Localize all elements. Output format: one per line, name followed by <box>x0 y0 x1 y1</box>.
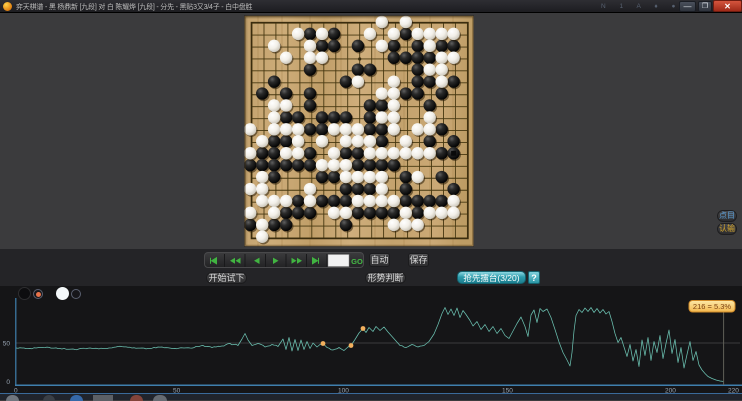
svg-text:0: 0 <box>6 379 10 386</box>
svg-text:50: 50 <box>3 341 11 348</box>
svg-text:GO: GO <box>351 257 363 266</box>
svg-text:216 = 5.3%: 216 = 5.3% <box>693 302 731 311</box>
